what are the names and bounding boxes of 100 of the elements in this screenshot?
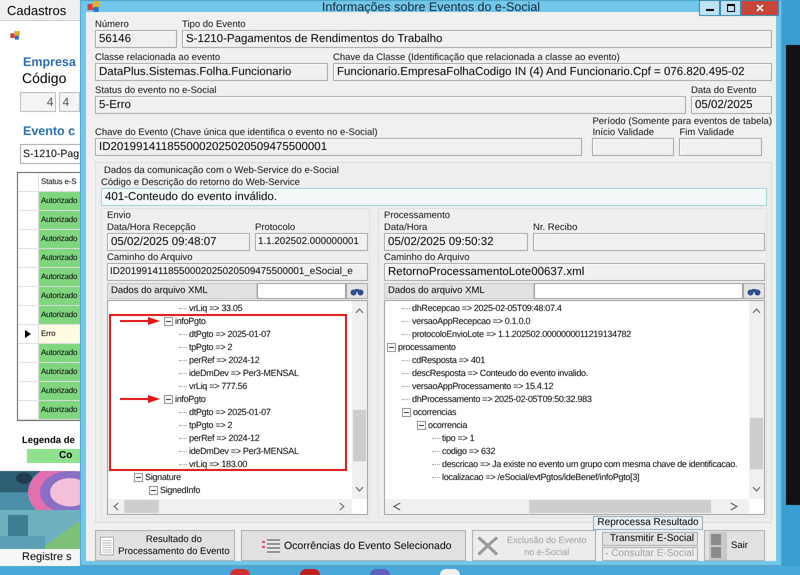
expander-icon[interactable] [149, 486, 158, 495]
vertical-scrollbar[interactable] [749, 301, 764, 499]
tree-item[interactable]: perRef => 2024-12 [189, 432, 260, 445]
event-type-field[interactable]: S-1210-Pagamentos de Rendimentos do Trabalho [182, 30, 772, 48]
tree-item[interactable]: versaoAppProcessamento => 15.4.12 [412, 380, 554, 393]
close-icon [756, 4, 764, 12]
expander-icon[interactable] [164, 317, 173, 326]
legend-item: Co [27, 448, 80, 463]
number-field[interactable]: 56146 [95, 30, 177, 48]
table-cell[interactable]: Autorizado [39, 382, 80, 400]
taskbar-icon[interactable] [370, 569, 390, 575]
action-button[interactable]: Ocorrências do Evento Selecionado [241, 530, 466, 561]
file-path-field[interactable]: RetornoProcessamentoLote00637.xml [384, 263, 765, 281]
tree-item[interactable]: ocorrencias [413, 406, 456, 419]
return-field[interactable]: 401-Conteudo do evento inválido. [101, 188, 767, 206]
minimize-button[interactable] [699, 0, 720, 16]
group-label: Dados da comunicação com o Web-Service do e-Social [104, 165, 340, 176]
current-row-icon [25, 330, 31, 338]
receipt-field[interactable] [533, 233, 765, 251]
expander-icon[interactable] [134, 473, 143, 482]
tree-item[interactable]: dhRecepcao => 2025-02-05T09:48:07.4 [412, 302, 562, 315]
tree-item[interactable]: ideDmDev => Per3-MENSAL [189, 445, 299, 458]
taskbar-icon[interactable] [300, 569, 320, 575]
status-field[interactable]: 5-Erro [95, 96, 686, 114]
tree-item[interactable]: vrLiq => 777.56 [189, 380, 248, 393]
close-button[interactable] [741, 0, 779, 16]
tree-item[interactable]: vrLiq => 33.05 [189, 302, 242, 315]
tree-item[interactable]: dhProcessamento => 2025-02-05T09:50:32.983 [412, 393, 592, 406]
tree-item[interactable]: ideDmDev => Per3-MENSAL [189, 367, 299, 380]
table-cell[interactable]: Autorizado [39, 268, 80, 286]
tree-item[interactable]: descricao => Ja existe no evento um grupo com mesma chave de identificacao. [442, 458, 738, 471]
expander-icon[interactable] [164, 395, 173, 404]
class-field[interactable]: DataPlus.Sistemas.Folha.Funcionario [95, 63, 328, 81]
horizontal-scrollbar[interactable] [385, 499, 749, 514]
action-button[interactable]: Resultado do Processamento do Evento [95, 530, 235, 561]
tree-item[interactable]: vrLiq => 183.00 [189, 458, 248, 471]
field-label: Caminho do Arquivo [384, 252, 471, 263]
table-cell[interactable]: Autorizado [39, 210, 80, 229]
text-field[interactable]: 4 [20, 92, 56, 112]
search-field[interactable] [534, 283, 743, 299]
protocol-field[interactable]: 1.1.202502.000000001 [255, 233, 368, 251]
table-cell[interactable]: Autorizado [39, 306, 80, 324]
end-date-field[interactable] [679, 138, 762, 156]
tree-item[interactable]: protocoloEnvioLote => 1.1.202502.0000000011219134782 [412, 328, 631, 341]
tree-item[interactable]: descResposta => Conteudo do evento invalido. [412, 367, 588, 380]
table-cell[interactable]: Autorizado [39, 230, 80, 248]
event-date-field[interactable]: 05/02/2025 [691, 96, 772, 114]
table-cell[interactable]: Autorizado [39, 344, 80, 362]
maximize-icon [726, 4, 734, 12]
column-header: Status e-S [40, 176, 78, 188]
file-path-field[interactable]: ID2019914118550002025020509475500001_eSocial_e [107, 263, 368, 281]
expander-icon[interactable] [387, 343, 396, 352]
list-icon [262, 538, 280, 554]
action-button[interactable]: Reprocessa Resultado [593, 516, 703, 530]
horizontal-scrollbar[interactable] [108, 499, 352, 514]
tree-item[interactable]: processamento [398, 341, 456, 354]
action-button[interactable]: Transmitir E-Social [602, 532, 698, 546]
tree-item[interactable]: versaoAppRecepcao => 0.1.0.0 [412, 315, 530, 328]
section-heading: Evento c [23, 124, 76, 138]
tree-item[interactable]: codigo => 632 [442, 445, 496, 458]
tree-item[interactable]: SignedInfo [160, 484, 200, 497]
datetime-field[interactable]: 05/02/2025 09:48:07 [107, 233, 250, 251]
tree-item[interactable]: localizacao => /eSocial/evtPgtos/ideBenef/infoPgto[3] [442, 471, 640, 484]
tree-item[interactable]: ocorrencia [428, 419, 468, 432]
search-button[interactable] [346, 283, 368, 299]
text-field[interactable]: 4 [59, 92, 80, 112]
table-cell[interactable]: Autorizado [39, 362, 80, 381]
maximize-button[interactable] [720, 0, 741, 16]
start-date-field[interactable] [592, 138, 674, 156]
tree-item[interactable]: dtPgto => 2025-01-07 [189, 406, 271, 419]
tree-item[interactable]: infoPgto [175, 393, 206, 406]
search-field[interactable] [257, 283, 346, 299]
tree-item[interactable]: infoPgto [175, 315, 206, 328]
tree-item[interactable]: Signature [145, 471, 181, 484]
tree-item[interactable]: tpPgto => 2 [189, 419, 232, 432]
section-heading: Empresa [23, 54, 77, 69]
tree-item[interactable]: tipo => 1 [442, 432, 474, 445]
event-key-field[interactable]: ID2019914118550002025020509475500001 [95, 138, 582, 156]
group-label: Processamento [384, 210, 452, 221]
taskbar-icon[interactable] [440, 569, 460, 575]
table-cell[interactable]: Erro [39, 324, 80, 343]
tree-item[interactable]: perRef => 2024-12 [189, 354, 260, 367]
search-button[interactable] [743, 283, 765, 299]
class-key-field[interactable]: Funcionario.EmpresaFolhaCodigo IN (4) And Funcionario.Cpf = 076.820.495-02 [333, 63, 772, 81]
field-label: Caminho do Arquivo [107, 252, 194, 263]
table-cell[interactable]: Autorizado [39, 400, 80, 419]
binoculars-icon [747, 286, 761, 296]
datetime-field[interactable]: 05/02/2025 09:50:32 [384, 233, 528, 251]
table-cell[interactable]: Autorizado [39, 286, 80, 305]
exit-button[interactable]: Sair [704, 530, 765, 561]
vertical-scrollbar[interactable] [352, 301, 367, 499]
field-label: Código [22, 70, 68, 86]
expander-icon[interactable] [417, 421, 426, 430]
table-cell[interactable]: Autorizado [39, 248, 80, 267]
table-cell[interactable]: Autorizado [39, 192, 80, 210]
taskbar-icon[interactable] [230, 569, 250, 575]
tree-item[interactable]: dtPgto => 2025-01-07 [189, 328, 271, 341]
tree-item[interactable]: cdResposta => 401 [412, 354, 485, 367]
tree-item[interactable]: tpPgto => 2 [189, 341, 232, 354]
expander-icon[interactable] [402, 408, 411, 417]
